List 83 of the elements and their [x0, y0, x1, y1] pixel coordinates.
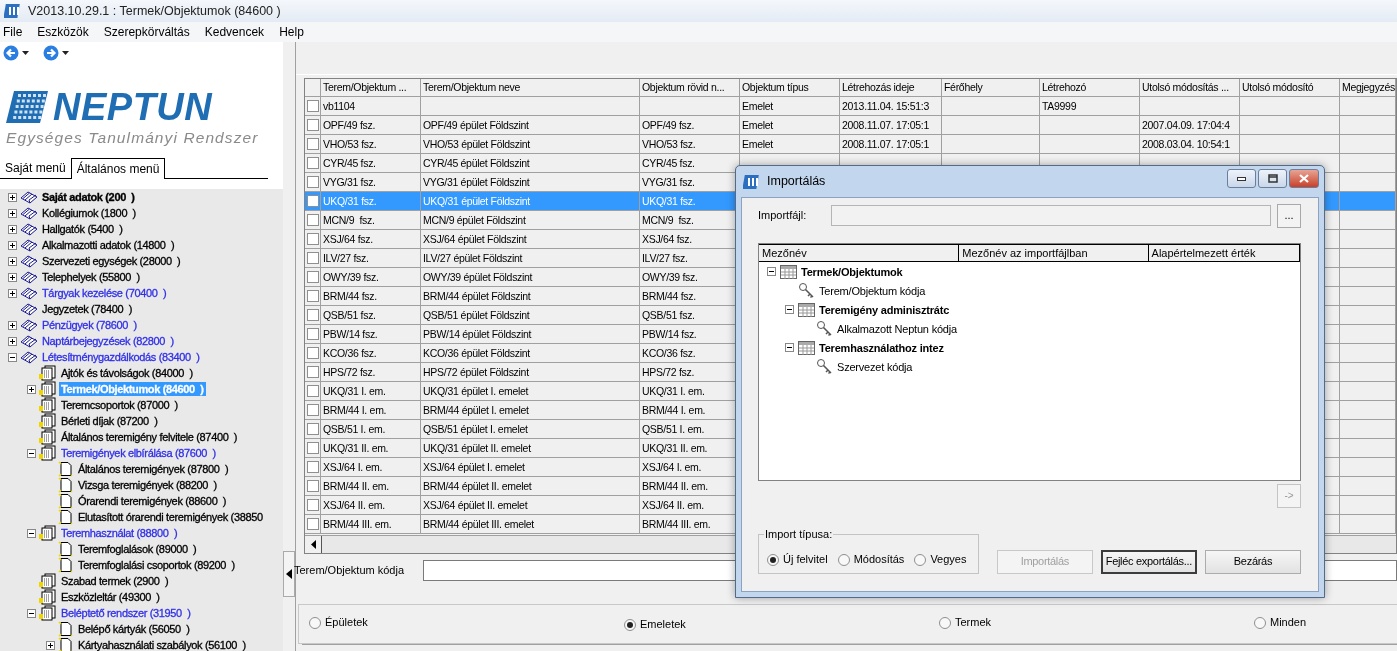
- table-cell: BRM/44 I. em.: [323, 403, 387, 417]
- table-cell: XSJ/64 fsz.: [642, 232, 692, 246]
- table-cell: VYG/31 fsz.: [323, 175, 376, 189]
- table-cell: PBW/14 fsz.: [642, 327, 697, 341]
- table-cell: HPS/72 fsz.: [642, 365, 695, 379]
- table-cell: QSB/51 I. em.: [323, 422, 386, 436]
- table-cell: VHO/53 fsz.: [323, 137, 377, 151]
- table-cell: XSJ/64 épület I. emelet: [423, 460, 525, 474]
- table-cell: XSJ/64 I. em.: [642, 460, 702, 474]
- table-cell: BRM/44 épület III. emelet: [423, 517, 534, 531]
- table-cell: QSB/51 épület Földszint: [423, 308, 530, 322]
- table-cell: XSJ/64 épület II. emelet: [423, 498, 528, 512]
- table-cell: UKQ/31 I. em.: [323, 384, 386, 398]
- table-cell: OWY/39 fsz.: [642, 270, 698, 284]
- table-cell: XSJ/64 fsz.: [323, 232, 373, 246]
- table-cell: OWY/39 épület Földszint: [423, 270, 533, 284]
- table-cell: OPF/49 fsz.: [323, 118, 376, 132]
- table-cell: TA9999: [1042, 99, 1077, 113]
- table-cell: UKQ/31 épület II. emelet: [423, 441, 531, 455]
- table-cell: HPS/72 épület Földszint: [423, 365, 529, 379]
- table-cell: BRM/44 épület II. emelet: [423, 479, 532, 493]
- table-cell: Emelet: [742, 118, 773, 132]
- table-cell: ILV/27 épület Földszint: [423, 251, 523, 265]
- table-cell: OWY/39 fsz.: [323, 270, 379, 284]
- table-cell: ILV/27 fsz.: [323, 251, 369, 265]
- table-cell: QSB/51 épület I. emelet: [423, 422, 528, 436]
- table-cell: MCN/9 fsz.: [323, 213, 375, 227]
- table-cell: UKQ/31 épület Földszint: [423, 194, 530, 208]
- table-cell: Emelet: [742, 99, 773, 113]
- group-label: Import típusa:: [764, 528, 834, 542]
- table-cell: CYR/45 fsz.: [642, 156, 695, 170]
- table-cell: XSJ/64 I. em.: [323, 460, 383, 474]
- table-cell: BRM/44 fsz.: [323, 289, 377, 303]
- table-cell: BRM/44 fsz.: [642, 289, 696, 303]
- table-cell: XSJ/64 II. em.: [323, 498, 385, 512]
- table-cell: BRM/44 III. em.: [323, 517, 392, 531]
- table-cell: CYR/45 épület Földszint: [423, 156, 530, 170]
- table-cell: UKQ/31 fsz.: [323, 194, 377, 208]
- table-cell: BRM/44 II. em.: [642, 479, 708, 493]
- table-cell: BRM/44 II. em.: [323, 479, 389, 493]
- table-cell: CYR/45 fsz.: [323, 156, 376, 170]
- table-cell: VYG/31 fsz.: [642, 175, 695, 189]
- table-cell: 2008.11.07. 17:05:1: [842, 118, 929, 132]
- table-cell: QSB/51 I. em.: [642, 422, 705, 436]
- table-cell: BRM/44 épület Földszint: [423, 289, 531, 303]
- logo-text: NEPTUN: [53, 88, 213, 126]
- table-cell: PBW/14 fsz.: [323, 327, 378, 341]
- table-cell: 2007.04.09. 17:04:4: [1142, 118, 1230, 132]
- table-cell: UKQ/31 fsz.: [642, 194, 696, 208]
- dialog-title: Importálás: [767, 174, 826, 189]
- table-cell: KCO/36 fsz.: [642, 346, 696, 360]
- table-cell: UKQ/31 II. em.: [642, 441, 708, 455]
- table-cell: UKQ/31 II. em.: [323, 441, 389, 455]
- table-cell: QSB/51 fsz.: [642, 308, 695, 322]
- table-cell: KCO/36 fsz.: [323, 346, 377, 360]
- table-cell: KCO/36 épület Földszint: [423, 346, 530, 360]
- table-cell: HPS/72 fsz.: [323, 365, 376, 379]
- table-cell: MCN/9 fsz.: [642, 213, 694, 227]
- table-cell: MCN/9 épület Földszint: [423, 213, 526, 227]
- logo-tagline: Egységes Tanulmányi Rendszer: [6, 129, 259, 148]
- table-cell: PBW/14 épület Földszint: [423, 327, 532, 341]
- table-cell: 2013.11.04. 15:51:3: [842, 99, 929, 113]
- table-cell: QSB/51 fsz.: [323, 308, 376, 322]
- field-label: Terem/Objektum kódja: [294, 563, 406, 578]
- table-cell: BRM/44 III. em.: [642, 517, 711, 531]
- table-cell: Emelet: [742, 137, 773, 151]
- table-cell: 2008.03.04. 10:54:1: [1142, 137, 1230, 151]
- table-cell: VHO/53 épület Földszint: [423, 137, 530, 151]
- table-cell: OPF/49 épület Földszint: [423, 118, 529, 132]
- table-cell: XSJ/64 épület Földszint: [423, 232, 527, 246]
- table-cell: 2008.11.07. 17:05:1: [842, 137, 929, 151]
- table-cell: VHO/53 fsz.: [642, 137, 696, 151]
- window-title: V2013.10.29.1 : Termek/Objektumok (84600 ): [28, 3, 281, 19]
- table-cell: OPF/49 fsz.: [642, 118, 695, 132]
- table-cell: vb1104: [323, 99, 355, 113]
- table-cell: BRM/44 épület I. emelet: [423, 403, 529, 417]
- table-cell: UKQ/31 I. em.: [642, 384, 705, 398]
- table-cell: UKQ/31 épület I. emelet: [423, 384, 529, 398]
- table-cell: VYG/31 épület Földszint: [423, 175, 530, 189]
- table-cell: XSJ/64 II. em.: [642, 498, 704, 512]
- table-cell: BRM/44 I. em.: [642, 403, 706, 417]
- field-label: Importfájl:: [758, 208, 808, 223]
- table-cell: ILV/27 fsz.: [642, 251, 688, 265]
